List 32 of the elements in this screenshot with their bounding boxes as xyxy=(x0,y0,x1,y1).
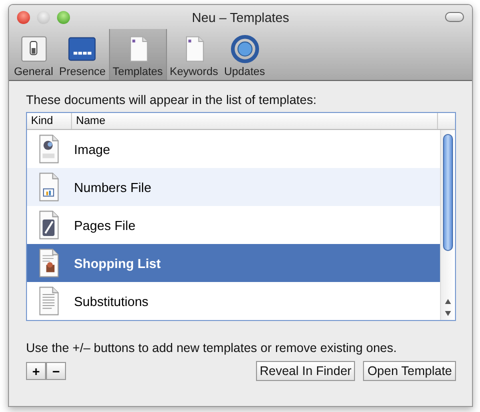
globe-refresh-icon xyxy=(230,34,260,64)
toolbar-tab[interactable]: Presence xyxy=(56,29,109,80)
template-name: Image xyxy=(73,142,110,156)
intro-text: These documents will appear in the list of templates: xyxy=(26,93,318,107)
chart-file-icon xyxy=(38,172,60,202)
hint-text: Use the +/– buttons to add new templates or remove existing ones. xyxy=(26,341,398,355)
switch-icon xyxy=(18,34,49,64)
close-button[interactable] xyxy=(17,10,30,24)
template-row[interactable]: Shopping List xyxy=(27,244,440,282)
column-header[interactable]: Kind xyxy=(27,113,72,129)
remove-button[interactable]: − xyxy=(46,362,66,380)
image-file-icon xyxy=(38,134,60,164)
toolbar-tab[interactable]: Updates xyxy=(221,29,268,80)
template-name: Substitutions xyxy=(73,294,148,308)
toolbar-toggle-button[interactable] xyxy=(445,12,464,22)
vertical-scrollbar[interactable] xyxy=(440,130,455,320)
template-name: Pages File xyxy=(73,218,136,232)
action-button[interactable]: Open Template xyxy=(363,361,456,381)
column-header[interactable]: Name xyxy=(72,113,438,129)
toolbar-tab[interactable]: Templates xyxy=(108,29,167,80)
toolbar-tab[interactable]: General xyxy=(11,29,56,80)
illustrated-file-icon xyxy=(38,248,60,278)
add-button[interactable]: + xyxy=(26,362,46,380)
template-name: Numbers File xyxy=(73,180,152,194)
zoom-button[interactable] xyxy=(57,10,70,24)
toolbar-tab[interactable]: Keywords xyxy=(166,29,222,80)
window-title: Neu – Templates xyxy=(192,10,290,24)
action-button[interactable]: Reveal In Finder xyxy=(256,361,356,381)
template-name: Shopping List xyxy=(73,256,161,270)
text-file-icon xyxy=(38,286,60,316)
template-row[interactable]: Numbers File xyxy=(27,168,440,206)
pen-file-icon xyxy=(38,210,60,240)
